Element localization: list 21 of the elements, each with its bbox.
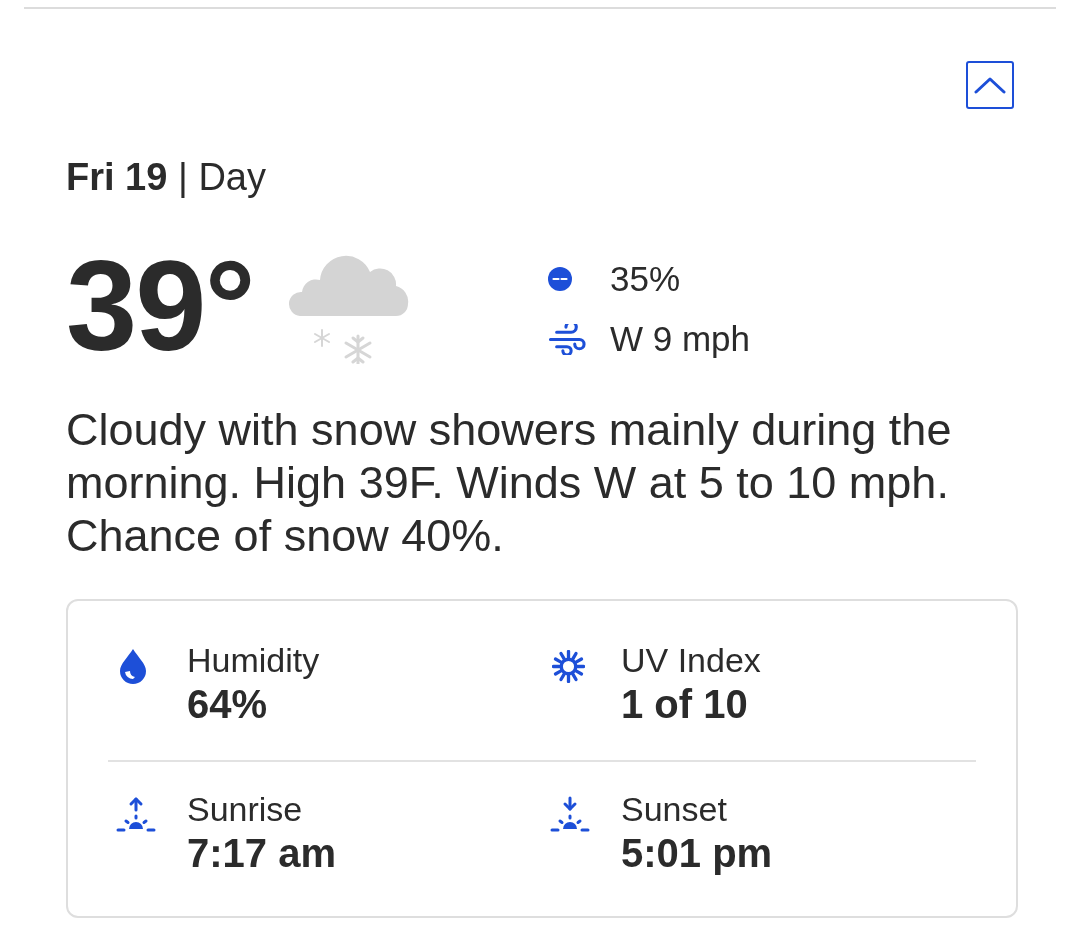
detail-label: Humidity <box>187 640 320 681</box>
water-drop-icon <box>118 648 148 684</box>
precipitation-value: 35% <box>610 259 681 299</box>
day-heading: Fri 19 | Day <box>66 155 267 199</box>
sunset-icon <box>550 796 590 834</box>
detail-value: 64% <box>187 681 269 727</box>
dashed-circle-icon <box>548 267 572 291</box>
temperature: 39° <box>66 242 255 370</box>
collapse-button[interactable] <box>966 61 1014 109</box>
detail-value: 5:01 pm <box>621 830 773 876</box>
wind-value: W 9 mph <box>610 319 751 359</box>
detail-label: Sunset <box>621 789 728 830</box>
detail-label: Sunrise <box>187 789 304 830</box>
wind-icon <box>548 323 586 355</box>
chevron-up-icon <box>974 76 1006 94</box>
detail-label: UV Index <box>621 640 761 681</box>
forecast-description: Cloudy with snow showers mainly during the morning. High 39F. Winds W at 5 to 10 mph. Chance of snow 40%. <box>66 403 953 562</box>
detail-value: 1 of 10 <box>621 681 749 727</box>
sun-icon <box>552 649 585 683</box>
detail-value: 7:17 am <box>187 830 336 876</box>
sunrise-icon <box>116 796 156 834</box>
